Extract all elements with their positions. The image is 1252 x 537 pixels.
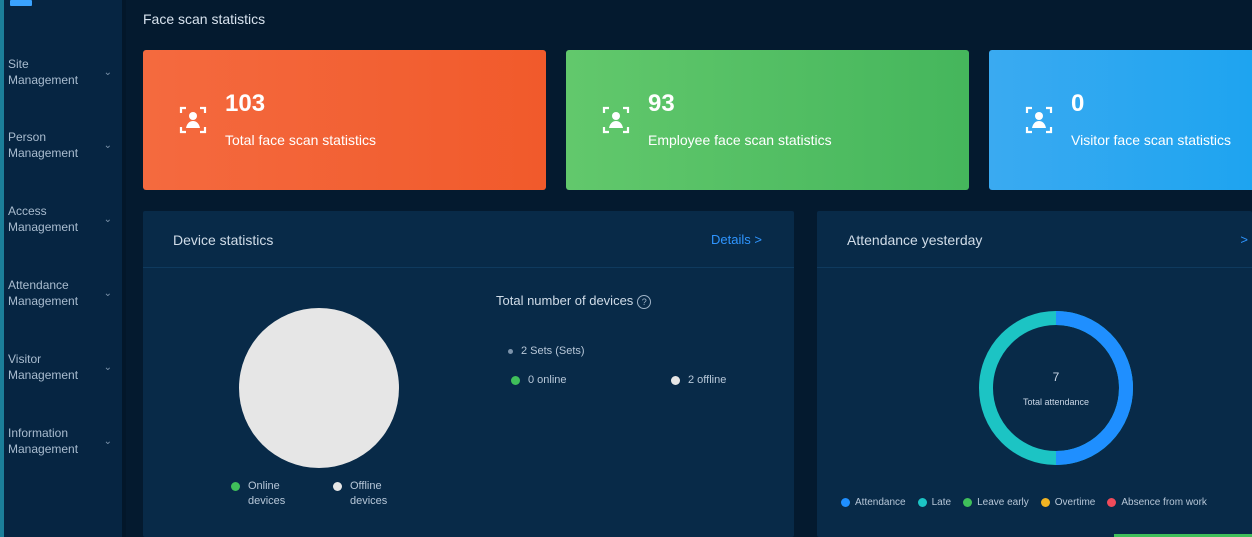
info-icon[interactable]: ? bbox=[637, 295, 652, 309]
device-pie-chart bbox=[239, 308, 399, 468]
offline-dot bbox=[333, 482, 342, 491]
legend-label: Late bbox=[931, 497, 952, 508]
chevron-down-icon: ⌄ bbox=[103, 361, 112, 373]
legend-offline: Offline devices bbox=[333, 479, 396, 509]
legend-attendance: Attendance bbox=[841, 497, 906, 508]
employee-face-scan-card[interactable]: 93 Employee face scan statistics bbox=[566, 50, 969, 190]
sidebar-item-label: Access Management bbox=[8, 204, 79, 234]
sidebar-item-information[interactable]: Information Management ⌄ bbox=[4, 411, 122, 471]
device-total-count-text: 2 Sets (Sets) bbox=[521, 345, 585, 357]
sidebar-item-attendance[interactable]: Attendance Management ⌄ bbox=[4, 263, 122, 323]
bullet-icon bbox=[508, 348, 513, 354]
sidebar: Site Management ⌄ Person Management ⌄ Ac… bbox=[4, 0, 122, 537]
chevron-down-icon: ⌄ bbox=[103, 435, 112, 447]
legend-label: Leave early bbox=[977, 497, 1029, 508]
legend-label: Overtime bbox=[1054, 497, 1096, 508]
donut-center-label: Total attendance bbox=[1023, 397, 1089, 407]
chevron-down-icon: ⌄ bbox=[103, 213, 112, 225]
sidebar-item-label: Information Management bbox=[8, 426, 79, 456]
person-scan-icon bbox=[176, 103, 210, 137]
page-title: Face scan statistics bbox=[143, 11, 266, 27]
card-value: 103 bbox=[225, 90, 266, 117]
attendance-dot bbox=[841, 498, 850, 507]
attendance-yesterday-panel: Attendance yesterday > 7 Total attendanc… bbox=[817, 211, 1252, 537]
sidebar-item-person[interactable]: Person Management ⌄ bbox=[4, 115, 122, 175]
person-scan-icon bbox=[1022, 103, 1056, 137]
device-total-count: 2 Sets (Sets) bbox=[508, 345, 585, 357]
sidebar-divider bbox=[122, 0, 126, 537]
device-online-text: 0 online bbox=[528, 374, 567, 386]
visitor-face-scan-card[interactable]: 0 Visitor face scan statistics bbox=[989, 50, 1252, 190]
card-value: 0 bbox=[1071, 90, 1085, 117]
donut-center-value: 7 bbox=[1053, 370, 1060, 384]
panel-header: Attendance yesterday > bbox=[817, 211, 1252, 268]
chevron-down-icon: ⌄ bbox=[103, 139, 112, 151]
leave-early-dot bbox=[963, 498, 973, 507]
legend-leave-early: Leave early bbox=[963, 497, 1029, 508]
sidebar-item-visitor[interactable]: Visitor Management ⌄ bbox=[4, 337, 122, 397]
panel-title: Attendance yesterday bbox=[847, 232, 983, 248]
offline-dot bbox=[671, 375, 680, 385]
legend-offline-label: Offline devices bbox=[350, 480, 388, 507]
absence-dot bbox=[1107, 498, 1117, 507]
panel-header: Device statistics Details > bbox=[143, 211, 794, 268]
attendance-donut-chart: 7 Total attendance bbox=[979, 311, 1133, 465]
attendance-legend: Attendance Late Leave early Overtime Abs… bbox=[841, 497, 1207, 508]
donut-slice-attendance bbox=[1055, 311, 1133, 465]
sidebar-item-access[interactable]: Access Management ⌄ bbox=[4, 189, 122, 249]
legend-online: Online devices bbox=[231, 479, 294, 509]
person-scan-icon bbox=[599, 103, 633, 137]
sidebar-item-label: Site Management bbox=[8, 57, 79, 87]
late-dot bbox=[917, 498, 927, 507]
device-offline-text: 2 offline bbox=[688, 374, 727, 386]
device-offline-count: 2 offline bbox=[671, 374, 726, 386]
card-label: Total face scan statistics bbox=[225, 132, 376, 148]
legend-label: Attendance bbox=[855, 497, 906, 508]
overtime-dot bbox=[1040, 498, 1050, 507]
total-devices-text: Total number of devices bbox=[496, 293, 634, 308]
sidebar-item-label: Visitor Management bbox=[8, 352, 79, 382]
online-dot bbox=[231, 482, 240, 491]
card-label: Employee face scan statistics bbox=[648, 132, 832, 148]
device-online-count: 0 online bbox=[511, 374, 567, 386]
legend-overtime: Overtime bbox=[1040, 497, 1096, 508]
sidebar-item-label: Attendance Management bbox=[8, 278, 79, 308]
device-details-link[interactable]: Details > bbox=[711, 232, 762, 247]
card-label: Visitor face scan statistics bbox=[1071, 132, 1232, 148]
chevron-down-icon: ⌄ bbox=[103, 287, 112, 299]
sidebar-item-label: Person Management bbox=[8, 130, 79, 160]
online-dot bbox=[511, 375, 520, 385]
legend-absence: Absence from work bbox=[1107, 497, 1207, 508]
pie-slice-offline bbox=[239, 308, 399, 468]
legend-online-label: Online devices bbox=[248, 480, 286, 507]
card-value: 93 bbox=[648, 90, 675, 117]
total-face-scan-card[interactable]: 103 Total face scan statistics bbox=[143, 50, 546, 190]
sidebar-item-site[interactable]: Site Management ⌄ bbox=[4, 42, 122, 102]
total-devices-label: Total number of devices? bbox=[496, 293, 652, 309]
chevron-down-icon: ⌄ bbox=[103, 66, 112, 78]
legend-label: Absence from work bbox=[1121, 497, 1207, 508]
device-statistics-panel: Device statistics Details > Online devic… bbox=[143, 211, 794, 537]
legend-late: Late bbox=[917, 497, 952, 508]
app-logo bbox=[10, 0, 32, 6]
panel-title: Device statistics bbox=[173, 232, 274, 248]
attendance-details-link[interactable]: > bbox=[1240, 232, 1248, 247]
